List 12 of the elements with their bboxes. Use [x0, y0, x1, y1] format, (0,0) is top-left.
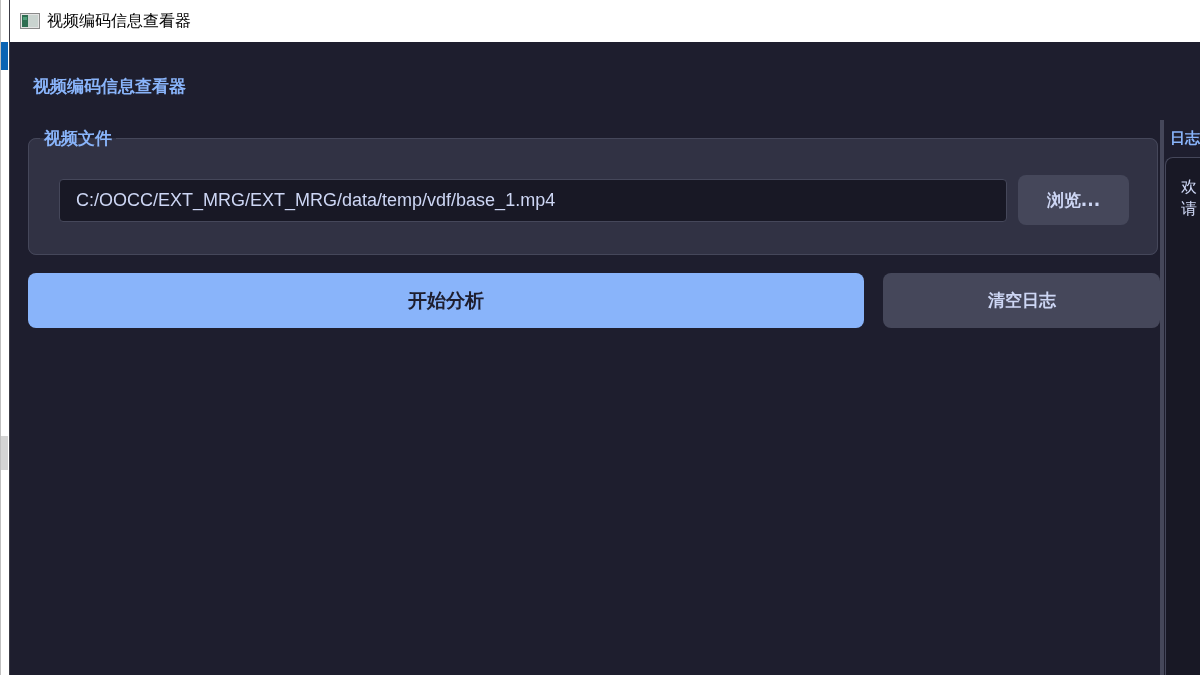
splitter-handle[interactable]	[1160, 120, 1164, 675]
start-analysis-button[interactable]: 开始分析	[28, 273, 864, 328]
window-title: 视频编码信息查看器	[47, 11, 191, 31]
clear-log-button[interactable]: 清空日志	[883, 273, 1160, 328]
browse-button[interactable]: 浏览...	[1018, 175, 1129, 225]
app-heading: 视频编码信息查看器	[33, 76, 186, 96]
log-line: 欢	[1181, 176, 1197, 198]
file-path-field[interactable]: C:/OOCC/EXT_MRG/EXT_MRG/data/temp/vdf/base_1.mp4	[59, 178, 1007, 222]
log-line: 请	[1181, 198, 1197, 220]
log-panel-title: 日志	[1170, 128, 1200, 148]
app-icon	[20, 13, 40, 29]
group-title: 视频文件	[43, 128, 113, 148]
